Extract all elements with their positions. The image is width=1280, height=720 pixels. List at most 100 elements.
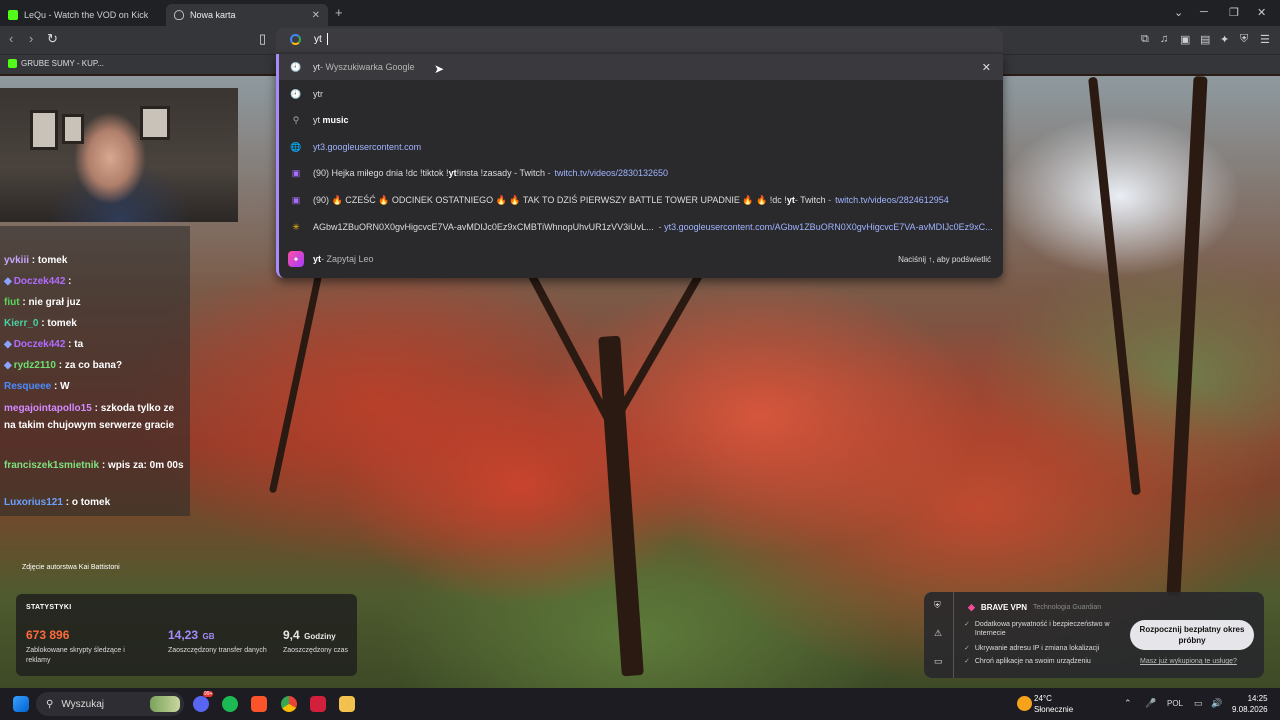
chevron-up-icon[interactable]: ⌃ [1124, 698, 1132, 709]
kick-icon [8, 59, 17, 68]
display-icon[interactable]: ▭ [1194, 698, 1203, 709]
chat-username[interactable]: megajointapollo15 [4, 403, 92, 414]
suggestion-rest: !insta !zasady - Twitch [456, 168, 545, 178]
new-tab-button[interactable]: + [335, 5, 343, 20]
folder-icon[interactable] [339, 696, 355, 712]
suggestion-text: (90) 🔥 CZEŚĆ 🔥 ODCINEK OSTATNIEGO 🔥 🔥 TA… [313, 194, 787, 205]
suggestion-image[interactable]: ✳ AGbw1ZBuORN0X0gvHigcvcE7VA-avMDIJc0Ez9… [279, 214, 1003, 240]
suggestion-text: (90) Hejka miłego dnia !dc !tiktok ! [313, 168, 449, 178]
extensions-icon[interactable]: ⧉ [1141, 33, 1149, 46]
suggestion-muted: - Zapytaj Leo [321, 254, 374, 264]
suggestion-site[interactable]: 🌐 yt3.googleusercontent.com [279, 134, 1003, 160]
chat-username[interactable]: franciszek1smietnik [4, 460, 99, 471]
spotify-icon[interactable] [222, 696, 238, 712]
chat-username[interactable]: Resqueee [4, 381, 51, 392]
suggestion-history[interactable]: 🕘 ytr [279, 81, 1003, 107]
vpn-logo-icon: ◈ [968, 602, 975, 612]
suggestion-leo[interactable]: ✦ yt - Zapytaj Leo Naciśnij ↑, aby podśw… [279, 246, 1003, 272]
media-icon[interactable]: ♫ [1160, 33, 1168, 45]
stats-widget: STATYSTYKI 673 896 Zablokowane skrypty ś… [16, 594, 357, 676]
menu-icon[interactable]: ☰ [1260, 33, 1270, 46]
chat-message: franciszek1smietnik : wpis za: 0m 00s [4, 457, 188, 474]
tab-new[interactable]: Nowa karta ✕ [166, 4, 328, 26]
chat-text: o tomek [71, 497, 111, 508]
vpn-trial-button[interactable]: Rozpocznij bezpłatny okres próbny [1130, 620, 1254, 650]
suggestion-text: AGbw1ZBuORN0X0gvHigcvcE7VA-avMDIJc0Ez9xC… [313, 222, 654, 232]
vpn-feature: ✓ Ukrywanie adresu IP i zmiana lokalizacj… [964, 644, 1124, 653]
suggestion-text: yt [313, 115, 323, 125]
suggestion-search[interactable]: ⚲ yt music [279, 107, 1003, 133]
chat-username[interactable]: Doczek442 [14, 339, 66, 350]
tab-strip: LeQu - Watch the VOD on Kick Nowa karta … [0, 0, 1280, 26]
card-icon[interactable]: ▭ [934, 656, 943, 667]
close-window-button[interactable]: ✕ [1257, 6, 1266, 19]
chat-text: ta [74, 339, 84, 350]
minimize-button[interactable]: ─ [1200, 6, 1208, 18]
mic-icon[interactable]: 🎤 [1145, 698, 1156, 709]
close-tab-icon[interactable]: ✕ [312, 10, 320, 21]
chat-username[interactable]: Luxorius121 [4, 497, 63, 508]
back-button[interactable]: ‹ [9, 31, 13, 46]
sidebar-icon[interactable]: ▣ [1180, 33, 1190, 46]
chat-message: ◆ Doczek442 : ta [4, 336, 188, 353]
twitch-icon: ▣ [291, 167, 301, 178]
address-input[interactable]: yt [314, 34, 322, 45]
reload-button[interactable]: ↻ [47, 31, 58, 47]
kick-icon [8, 10, 18, 20]
language-indicator[interactable]: POL [1167, 699, 1183, 708]
bookmark-icon[interactable]: ▯ [259, 31, 266, 47]
chrome-icon[interactable] [281, 696, 297, 712]
check-icon: ✓ [964, 645, 970, 652]
shield-icon[interactable]: ⛨ [934, 600, 941, 611]
chat-username[interactable]: rydz2110 [14, 360, 56, 371]
maximize-button[interactable]: ❐ [1229, 6, 1239, 19]
brave-icon[interactable] [251, 696, 267, 712]
tab-kick[interactable]: LeQu - Watch the VOD on Kick [0, 4, 165, 26]
taskbar-search[interactable]: ⚲ Wyszukaj [36, 692, 184, 716]
vpn-feature-text: Chroń aplikacje na swoim urządzeniu [974, 658, 1091, 665]
photo-credit[interactable]: Zdjęcie autorstwa Kai Battistoni [22, 564, 120, 571]
chat-text: nie grał juz [28, 297, 81, 308]
discord-icon[interactable] [193, 696, 209, 712]
bookmark-item[interactable]: GRUBE SUMY - KUP... [8, 59, 104, 68]
suggestion-twitch-2[interactable]: ▣ (90) 🔥 CZEŚĆ 🔥 ODCINEK OSTATNIEGO 🔥 🔥 … [279, 187, 1003, 213]
vpn-icon[interactable]: ⛨ [1240, 33, 1248, 46]
sub-badge-icon: ◆ [4, 360, 12, 371]
tab-list-icon[interactable]: ⌄ [1174, 6, 1183, 19]
temperature: 24°C [1034, 694, 1052, 703]
history-icon: 🕘 [290, 88, 302, 99]
app-icon[interactable] [310, 696, 326, 712]
chat-username[interactable]: Kierr_0 [4, 318, 38, 329]
leo-ai-icon[interactable]: ✦ [1220, 33, 1229, 46]
weather-icon [1017, 696, 1032, 711]
chat-message: Resqueee : W [4, 378, 188, 395]
windows-start-icon[interactable] [13, 696, 29, 712]
remove-suggestion-icon[interactable]: ✕ [982, 61, 991, 74]
suggestion-twitch-1[interactable]: ▣ (90) Hejka miłego dnia !dc !tiktok ! yt… [279, 160, 1003, 186]
suggestion-rest: - Twitch [794, 195, 826, 205]
suggestion-text: yt [313, 62, 321, 72]
weather-desc: Słonecznie [1034, 705, 1074, 714]
chat-message: ◆ rydz2110 : za co bana? [4, 357, 188, 374]
wallet-icon[interactable]: ▤ [1200, 33, 1210, 46]
tab-title: LeQu - Watch the VOD on Kick [24, 10, 149, 20]
suggestion-google-search[interactable]: 🕘 yt - Wyszukiwarka Google ✕ [279, 54, 1003, 80]
chat-username[interactable]: fiut [4, 297, 20, 308]
clock[interactable]: 14:25 9.08.2026 [1232, 693, 1268, 715]
search-icon: ⚲ [292, 114, 300, 125]
address-bar[interactable]: yt [276, 28, 1003, 52]
search-label: Wyszukaj [61, 698, 105, 710]
warning-icon[interactable]: ⚠ [934, 628, 942, 639]
weather-widget[interactable]: 24°C Słonecznie [1034, 693, 1073, 715]
chat-separator: : [62, 497, 72, 508]
chat-separator: : [29, 255, 38, 266]
vpn-existing-link[interactable]: Masz już wykupioną te usługę? [1140, 658, 1237, 665]
volume-icon[interactable]: 🔊 [1211, 698, 1222, 709]
vpn-feature-text: Dodatkowa prywatność i bezpieczeństwo w … [974, 621, 1110, 637]
stat-value: 9,4 [283, 628, 300, 642]
separator: - [825, 195, 832, 205]
chat-username[interactable]: yvkiii [4, 255, 29, 266]
chat-username[interactable]: Doczek442 [14, 276, 66, 287]
taskbar: ⚲ Wyszukaj 99+ 24°C Słonecznie ⌃ 🎤 POL ▭… [0, 688, 1280, 720]
forward-button[interactable]: › [29, 31, 33, 46]
